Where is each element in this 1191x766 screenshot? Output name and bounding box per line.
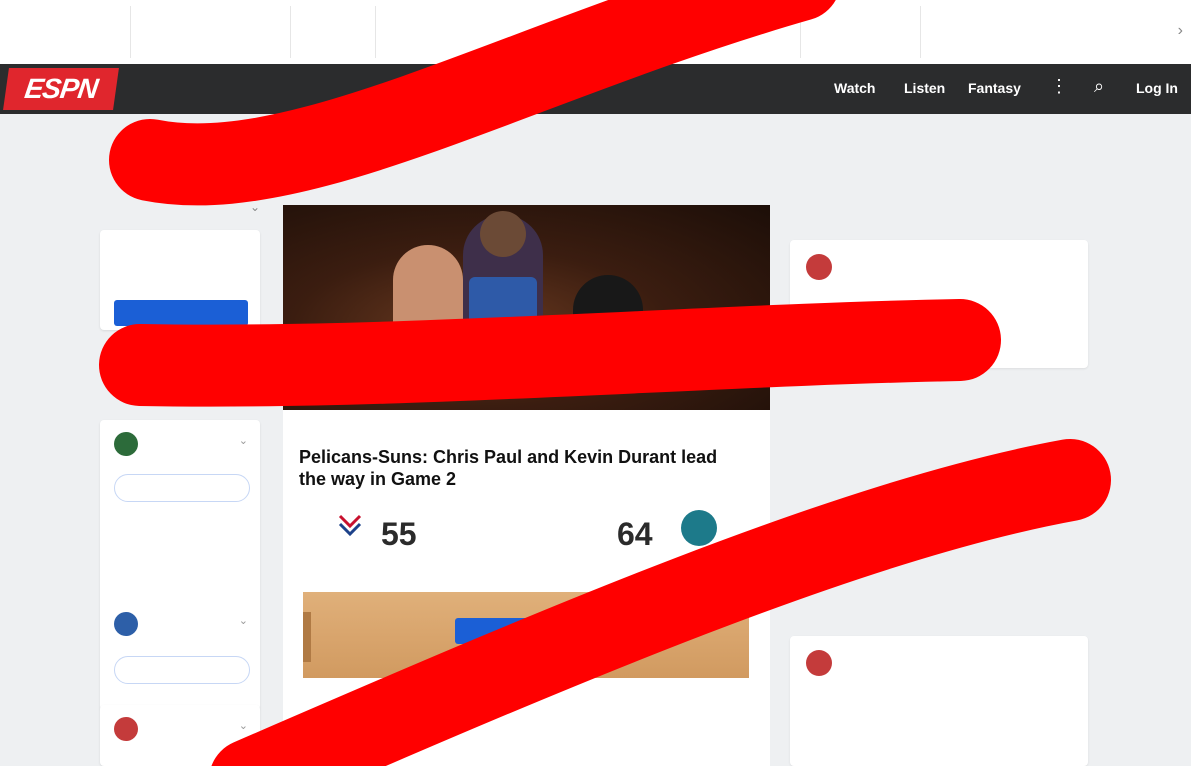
team-crest-icon <box>114 717 138 741</box>
team-a-logo-icon <box>338 514 362 537</box>
score-tile[interactable] <box>130 6 271 58</box>
signin-card <box>100 230 260 330</box>
avatar[interactable] <box>806 254 832 280</box>
court-banner[interactable] <box>303 592 749 678</box>
chevron-down-icon[interactable]: ⌄ <box>239 434 248 447</box>
score-tile[interactable] <box>375 6 556 58</box>
score-tile[interactable] <box>800 6 911 58</box>
more-icon[interactable]: ⋮ <box>1050 76 1068 97</box>
nav-fantasy[interactable]: Fantasy <box>968 80 1021 96</box>
story-headline[interactable]: Pelicans-Suns: Chris Paul and Kevin Dura… <box>299 446 749 490</box>
chevron-right-icon[interactable]: › <box>1178 22 1183 40</box>
story-card: Pelicans-Suns: Chris Paul and Kevin Dura… <box>283 410 770 766</box>
chevron-down-icon[interactable]: ⌄ <box>250 200 260 214</box>
player-figure <box>573 275 643 375</box>
team-b-logo-icon <box>681 510 717 546</box>
nav-watch[interactable]: Watch <box>834 80 875 96</box>
social-card <box>790 636 1088 766</box>
score-summary[interactable]: 55 64 <box>299 506 749 576</box>
player-head <box>480 211 526 257</box>
team-crest-icon <box>114 432 138 456</box>
hero-image[interactable] <box>283 205 770 410</box>
team-card: ⌄ ⌄ <box>100 420 260 710</box>
player-jersey <box>469 277 537 337</box>
player-figure <box>393 245 463 355</box>
main-nav: ESPN Watch Listen Fantasy ⋮ ⌕ Log In <box>0 64 1191 114</box>
scores-strip: › <box>0 0 1191 65</box>
espn-logo[interactable]: ESPN <box>3 68 119 110</box>
team-crest-icon <box>114 612 138 636</box>
chevron-down-icon[interactable]: ⌄ <box>239 614 248 627</box>
score-tile[interactable] <box>920 6 1151 58</box>
chevron-down-icon[interactable]: ⌄ <box>239 719 248 732</box>
court-lane <box>303 612 311 662</box>
avatar[interactable] <box>806 650 832 676</box>
login-link[interactable]: Log In <box>1136 80 1178 96</box>
team-a-score: 55 <box>381 516 417 552</box>
team-b-score: 64 <box>617 516 653 552</box>
team-card: ⌄ <box>100 705 260 766</box>
search-icon[interactable]: ⌕ <box>1094 76 1104 97</box>
score-tile[interactable] <box>290 6 371 58</box>
social-card <box>790 240 1088 368</box>
watch-button[interactable] <box>455 618 595 644</box>
follow-button[interactable] <box>114 474 250 502</box>
follow-button[interactable] <box>114 656 250 684</box>
nav-listen[interactable]: Listen <box>904 80 945 96</box>
signin-button[interactable] <box>114 300 248 326</box>
